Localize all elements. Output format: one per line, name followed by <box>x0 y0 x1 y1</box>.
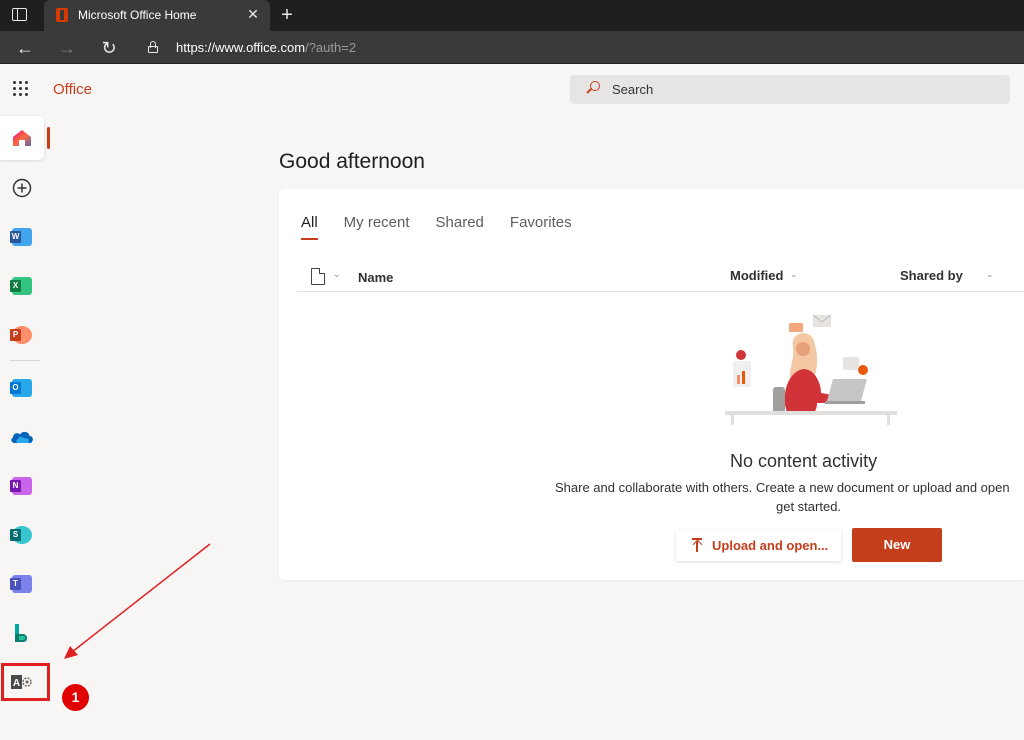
upload-and-open-button[interactable]: Upload and open... <box>676 529 841 561</box>
upload-button-label: Upload and open... <box>712 538 829 553</box>
column-shared-by[interactable]: Shared by <box>900 268 963 283</box>
tab-all[interactable]: All <box>301 214 318 240</box>
outlook-icon: O <box>10 379 32 397</box>
tab-title: Microsoft Office Home <box>78 8 197 22</box>
page-title: Good afternoon <box>279 150 425 173</box>
excel-icon: X <box>10 277 32 295</box>
rail-onenote-button[interactable]: N <box>0 464 44 508</box>
bookings-icon <box>15 624 28 642</box>
app-header: Office Search <box>0 64 1024 114</box>
tab-my-recent[interactable]: My recent <box>344 214 410 240</box>
address-bar: ← → ↻ https://www.office.com/?auth=2 <box>0 31 1024 64</box>
rail-excel-button[interactable]: X <box>0 264 44 308</box>
rail-active-indicator <box>47 127 50 149</box>
empty-state-title: No content activity <box>730 451 878 471</box>
rail-word-button[interactable]: W <box>0 215 44 259</box>
home-icon <box>13 130 31 146</box>
empty-state-line-1: Share and collaborate with others. Creat… <box>555 480 1010 495</box>
tab-shared[interactable]: Shared <box>436 214 484 240</box>
reload-icon[interactable]: ↻ <box>98 37 120 59</box>
word-icon: W <box>10 228 32 246</box>
rail-outlook-button[interactable]: O <box>0 366 44 410</box>
rail-teams-button[interactable]: T <box>0 562 44 606</box>
window-menu-icon[interactable] <box>12 8 27 21</box>
shared-by-chevron-icon[interactable]: ⌄ <box>986 269 994 280</box>
search-input[interactable]: Search <box>570 75 1010 104</box>
documents-card: All My recent Shared Favorites ⌄ Name Mo… <box>279 189 1024 580</box>
teams-icon: T <box>10 575 32 593</box>
modified-chevron-icon[interactable]: ⌄ <box>790 269 798 280</box>
empty-state-description: Share and collaborate with others. Creat… <box>555 478 1024 516</box>
rail-home-button[interactable] <box>0 116 44 160</box>
document-filter-tabs: All My recent Shared Favorites <box>301 214 598 240</box>
tab-favorites[interactable]: Favorites <box>510 214 572 240</box>
rail-divider <box>10 360 40 361</box>
sharepoint-icon: S <box>10 526 32 544</box>
new-tab-button[interactable]: + <box>276 3 298 27</box>
empty-state-line-2: get started. <box>776 499 842 514</box>
url-path: /?auth=2 <box>305 40 357 55</box>
rail-powerpoint-button[interactable]: P <box>0 313 44 357</box>
tab-close-icon[interactable]: ✕ <box>244 5 262 23</box>
back-arrow-icon[interactable]: ← <box>14 37 36 59</box>
rail-onedrive-button[interactable] <box>0 415 44 459</box>
create-plus-icon <box>12 178 32 198</box>
empty-state-illustration <box>725 314 897 425</box>
file-type-icon[interactable] <box>311 268 325 285</box>
forward-arrow-icon[interactable]: → <box>56 37 78 59</box>
new-document-button[interactable]: New <box>852 528 942 562</box>
lock-icon[interactable] <box>148 41 158 53</box>
browser-tab[interactable]: Microsoft Office Home ✕ <box>44 0 270 31</box>
search-placeholder: Search <box>612 82 654 97</box>
url-host: https://www.office.com <box>176 40 306 55</box>
browser-tab-bar: Microsoft Office Home ✕ + <box>0 0 1024 31</box>
search-icon <box>586 81 600 95</box>
upload-icon <box>692 538 702 552</box>
file-type-chevron-icon[interactable]: ⌄ <box>333 269 341 280</box>
rail-sharepoint-button[interactable]: S <box>0 513 44 557</box>
rail-bookings-button[interactable] <box>0 611 44 655</box>
onenote-icon: N <box>10 477 32 495</box>
office-home-link[interactable]: Office <box>53 81 92 98</box>
onedrive-icon <box>11 431 33 443</box>
office-favicon-icon <box>56 8 68 22</box>
rail-create-button[interactable] <box>0 166 44 210</box>
column-name[interactable]: Name <box>358 270 393 285</box>
column-modified[interactable]: Modified <box>730 268 783 283</box>
annotation-step-badge: 1 <box>62 684 89 711</box>
annotation-highlight-box <box>1 663 50 701</box>
app-launcher-icon[interactable] <box>13 81 29 97</box>
powerpoint-icon: P <box>10 326 32 344</box>
url-field[interactable]: https://www.office.com/?auth=2 <box>176 40 356 55</box>
column-header-row: ⌄ Name Modified ⌄ Shared by ⌄ <box>297 264 1024 292</box>
